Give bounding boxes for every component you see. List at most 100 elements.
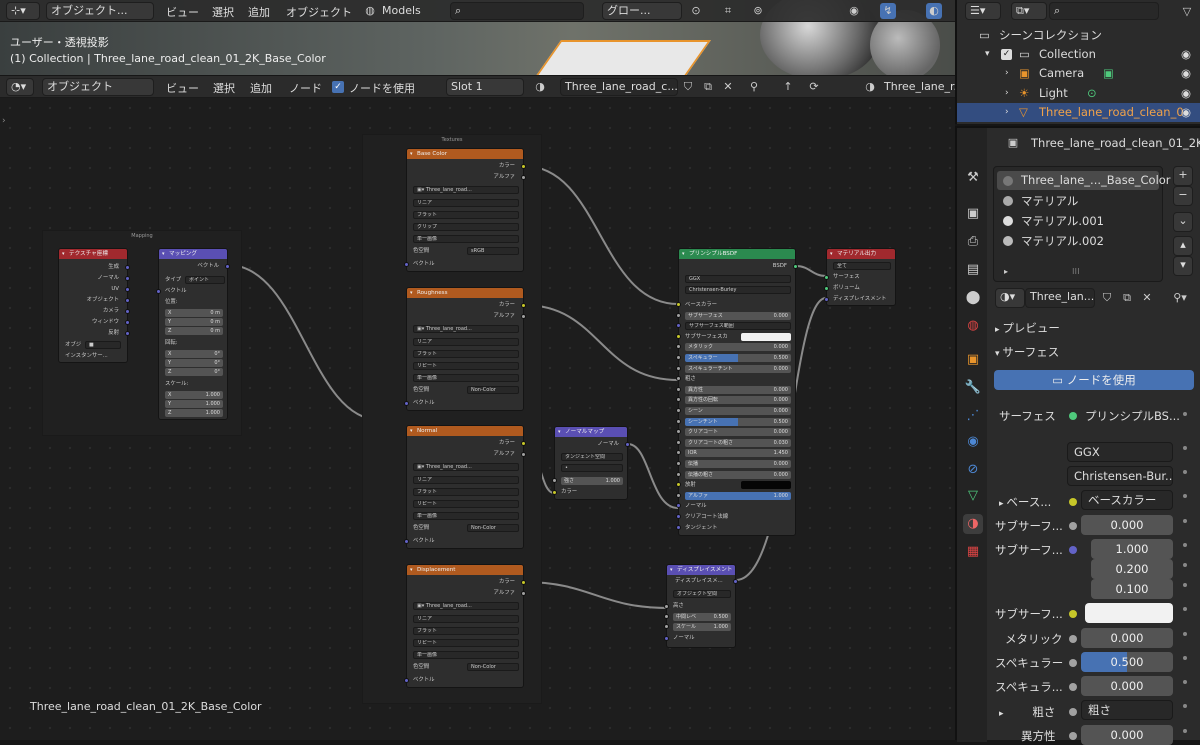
material-icon[interactable]: ◑ (963, 514, 983, 534)
anisotropic-field[interactable]: 0.000 (1081, 725, 1173, 745)
keyframe-dot-icon[interactable] (1183, 656, 1187, 660)
data-icon[interactable]: ▽ (963, 486, 983, 506)
editor-type-button[interactable]: ◔▾ (6, 78, 34, 96)
eye-icon[interactable]: ◉ (1181, 45, 1191, 64)
world-icon[interactable]: ◑ (862, 79, 878, 95)
midlevel-field[interactable]: 中間レベ 0.500 (673, 613, 731, 621)
outliner-item-light[interactable]: › ☀ Light ⊙ ◉ (957, 84, 1200, 103)
move-down-button[interactable]: ▾ (1173, 256, 1193, 276)
keyframe-dot-icon[interactable] (1183, 470, 1187, 474)
source-select[interactable]: 単一画像 (413, 512, 519, 520)
distribution-select[interactable]: GGX (685, 275, 791, 283)
outliner-item-road[interactable]: › ▽ Three_lane_road_clean_0 ◉ (957, 103, 1200, 122)
viewport-search[interactable]: ⌕ (450, 2, 584, 20)
checkbox[interactable]: ✓ (1001, 49, 1012, 60)
material-slot[interactable]: マテリアル.002 (997, 231, 1159, 250)
colorspace-select[interactable]: Non-Color (467, 386, 519, 394)
material-slot[interactable]: マテリアル.001 (997, 211, 1159, 230)
bsdf-field[interactable]: 異方性 0.000 (685, 385, 791, 394)
gizmo-icon[interactable]: ↯ (880, 3, 896, 19)
subsurface-color-swatch[interactable] (1085, 603, 1173, 623)
collection-label[interactable]: Models (382, 4, 421, 17)
snap-icon[interactable]: ⌗ (720, 3, 736, 19)
target-select[interactable]: 全て (833, 262, 891, 270)
instancer-label[interactable]: インスタンサー... (65, 352, 108, 360)
material-slot-list[interactable]: Three_lane_..._Base_Color マテリアル マテリアル.001 マ… (993, 166, 1171, 282)
projection-select[interactable]: フラット (413, 627, 519, 635)
parent-icon[interactable]: ↑ (780, 79, 796, 95)
bsdf-field[interactable]: スペキュラー 0.500 (685, 354, 791, 362)
keyframe-dot-icon[interactable] (1183, 632, 1187, 636)
object-mode-select[interactable]: オブジェクト (42, 78, 154, 96)
display-mode-button[interactable]: ☰▾ (965, 2, 1001, 20)
filter-view-button[interactable]: ⧉▾ (1011, 2, 1047, 20)
slot-menu-button[interactable]: ⌄ (1173, 212, 1193, 232)
node-material-output[interactable]: マテリアル出力 全て サーフェス ボリューム ディスプレイスメント (824, 248, 896, 306)
mode-select[interactable]: オブジェクト... (46, 2, 154, 20)
move-up-button[interactable]: ▴ (1173, 236, 1193, 256)
keyframe-dot-icon[interactable] (1183, 704, 1187, 708)
object-field[interactable]: ■ (85, 341, 121, 349)
rotation-y[interactable]: Y 0° (165, 359, 223, 367)
bsdf-field[interactable]: 伝播の粗さ 0.000 (685, 470, 791, 479)
projection-select[interactable]: フラット (413, 488, 519, 496)
node-image-texture[interactable]: Roughness カラーアルファ ▣▾ Three_lane_road... リニア… (404, 287, 526, 411)
node-image-texture[interactable]: Normal カラーアルファ ▣▾ Three_lane_road... リニアフラッ… (404, 425, 526, 549)
filter-icon[interactable]: ▽ (1179, 4, 1195, 20)
outliner-search[interactable]: ⌕ (1049, 2, 1159, 20)
node-mapping[interactable]: マッピング ベクトル タイプ ポイント ベクトル 位置: X0 m Y0 m Z… (156, 248, 230, 420)
roughness-link[interactable]: 粗さ (1081, 700, 1173, 720)
slot-select[interactable]: Slot 1 (446, 78, 524, 96)
interpolation-select[interactable]: リニア (413, 199, 519, 207)
interpolation-select[interactable]: リニア (413, 338, 519, 346)
material-sphere-icon[interactable]: ◑ (532, 79, 548, 95)
bsdf-field[interactable]: スペキュラーチント 0.000 (685, 364, 791, 373)
world-icon[interactable]: ◍ (963, 316, 983, 336)
shield-icon[interactable]: ⛉ (680, 79, 696, 95)
physics-icon[interactable]: ◉ (963, 432, 983, 452)
metallic-field[interactable]: 0.000 (1081, 628, 1173, 648)
image-field[interactable]: ▣▾ Three_lane_road... (413, 463, 519, 471)
bsdf-field[interactable]: IOR 1.450 (685, 449, 791, 458)
colorspace-select[interactable]: Non-Color (467, 663, 519, 671)
specular-slider[interactable]: 0.500 (1081, 652, 1173, 672)
node-menu-view[interactable]: ビュー (166, 80, 199, 96)
duplicate-icon[interactable]: ⧉ (1119, 290, 1135, 306)
image-field[interactable]: ▣▾ Three_lane_road... (413, 186, 519, 194)
tool-icon[interactable]: ⚒ (963, 168, 983, 188)
node-menu-node[interactable]: ノード (289, 80, 322, 96)
subsurface-radius-y[interactable]: 0.200 (1091, 559, 1173, 579)
projection-select[interactable]: フラット (413, 350, 519, 358)
eye-icon[interactable]: ◉ (1181, 103, 1191, 122)
keyframe-dot-icon[interactable] (1183, 543, 1187, 547)
subsurface-radius-field[interactable]: サブサーフェス範囲 (685, 322, 791, 331)
material-name-field[interactable]: Three_lane_road_c... (560, 78, 678, 96)
material-slot[interactable]: Three_lane_..._Base_Color (997, 171, 1171, 190)
emission-swatch[interactable] (741, 481, 791, 490)
node-menu-select[interactable]: 選択 (213, 80, 235, 96)
object-icon[interactable]: ▣ (963, 350, 983, 370)
location-x[interactable]: X0 m (165, 309, 223, 317)
extension-select[interactable]: リピート (413, 639, 519, 647)
subsurface-radius-z[interactable]: 0.100 (1091, 579, 1173, 599)
outliner-item-collection[interactable]: ▾ ✓ ▭ Collection ◉ (957, 45, 1200, 64)
snap-icon[interactable]: ⟳ (806, 79, 822, 95)
pin-icon[interactable]: ⚲ (746, 79, 762, 95)
bsdf-field[interactable]: シーン 0.000 (685, 407, 791, 415)
duplicate-icon[interactable]: ⧉ (700, 79, 716, 95)
menu-select[interactable]: 選択 (212, 4, 234, 20)
preview-section[interactable]: ▸ プレビュー (995, 320, 1060, 336)
node-editor-canvas[interactable]: › Mapping Textures テクスチャ座標 生成 ノーマル UV オブ… (0, 98, 955, 740)
menu-object[interactable]: オブジェクト (286, 4, 352, 20)
expand-icon[interactable]: ▸ (1004, 267, 1008, 276)
modifier-icon[interactable]: 🔧 (963, 378, 983, 398)
node-texture-coordinate[interactable]: テクスチャ座標 生成 ノーマル UV オブジェクト カメラ ウィンドウ 反射 オ… (58, 248, 130, 363)
constraint-icon[interactable]: ⊘ (963, 460, 983, 480)
subsurface-method-select[interactable]: Christensen-Burley (685, 286, 791, 294)
bsdf-field[interactable]: サブサーフェス 0.000 (685, 311, 791, 320)
eye-icon[interactable]: ◉ (846, 3, 862, 19)
keyframe-dot-icon[interactable] (1183, 494, 1187, 498)
strength-field[interactable]: 強さ 1.000 (561, 477, 623, 485)
particles-icon[interactable]: ⋰ (963, 406, 983, 426)
keyframe-dot-icon[interactable] (1183, 563, 1187, 567)
